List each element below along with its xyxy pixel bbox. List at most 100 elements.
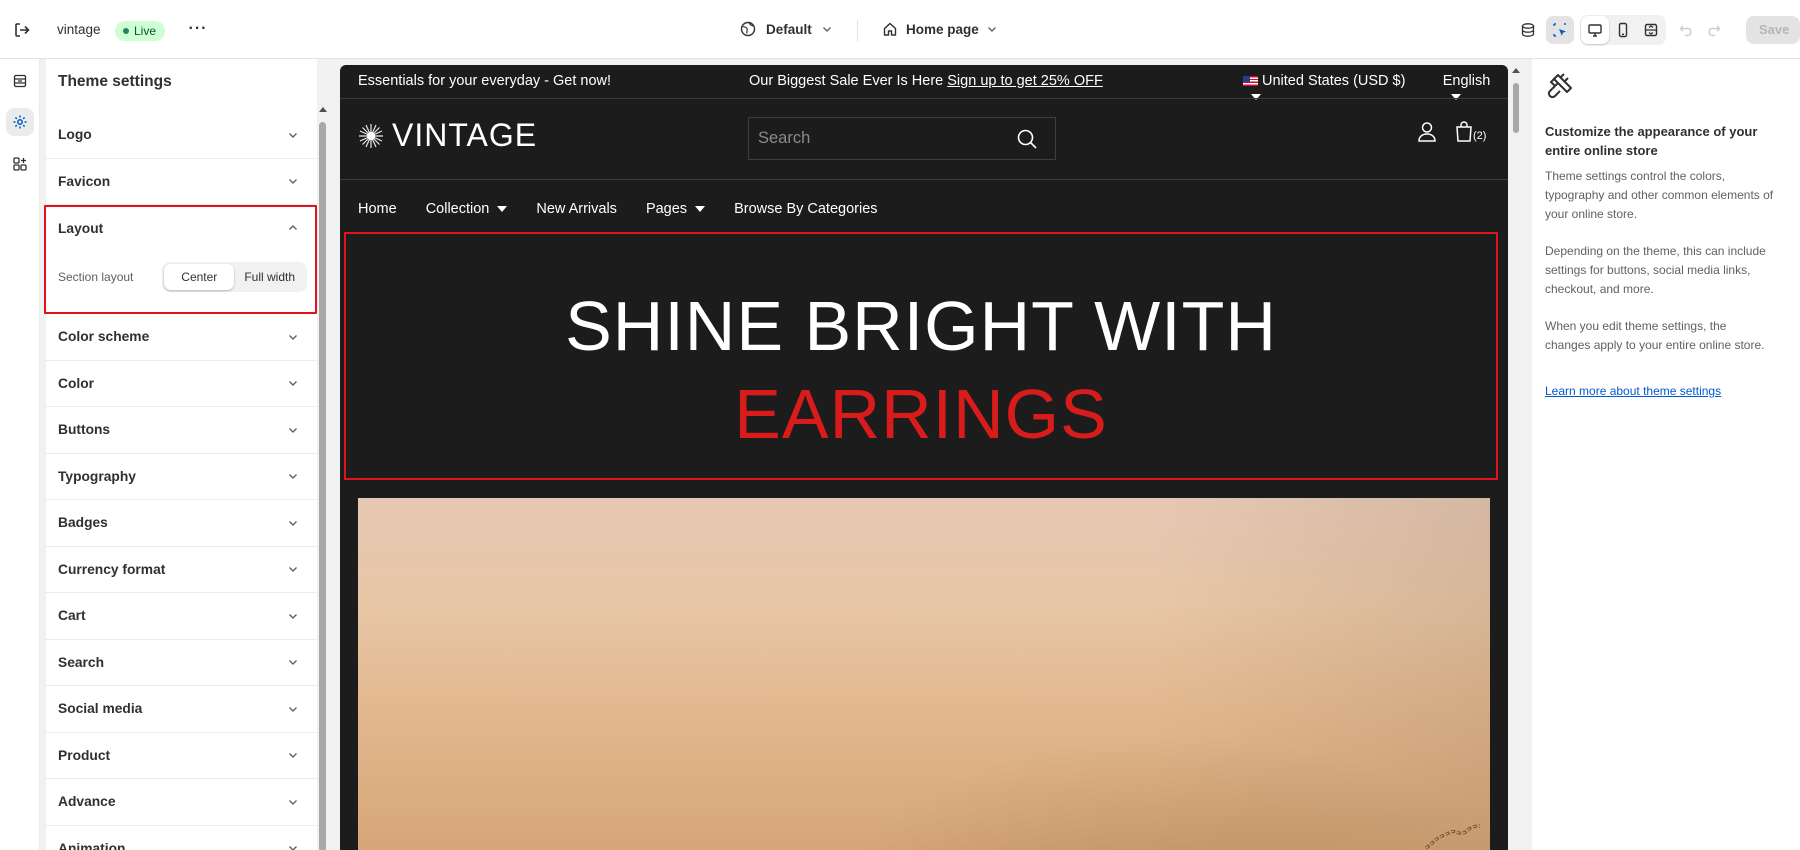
setting-buttons[interactable]: Buttons — [46, 407, 317, 454]
undo-icon[interactable] — [1672, 16, 1700, 44]
announcement-text: Essentials for your everyday - Get now! — [358, 73, 612, 89]
section-layout-row: Section layout Center Full width — [46, 262, 315, 292]
setting-cart[interactable]: Cart — [46, 593, 317, 640]
scrollbar-thumb[interactable] — [1513, 83, 1519, 133]
topbar-actions: Save — [1514, 15, 1800, 45]
chevron-down-icon — [289, 799, 297, 805]
theme-settings-info-panel: Customize the appearance of your entire … — [1532, 59, 1800, 850]
mobile-icon[interactable] — [1609, 16, 1637, 44]
announcement-link[interactable]: Sign up to get 25% OFF — [947, 73, 1103, 89]
nav-pages[interactable]: Pages — [645, 201, 706, 217]
nav-label: Collection — [425, 201, 490, 217]
settings-scrollbar[interactable] — [318, 105, 327, 850]
page-selector[interactable]: Home page — [882, 21, 997, 37]
sunburst-logo-icon — [359, 123, 383, 148]
learn-more-link[interactable]: Learn more about theme settings — [1545, 384, 1721, 398]
setting-label: Product — [58, 747, 111, 763]
theme-settings-icon[interactable] — [6, 108, 34, 136]
setting-typography[interactable]: Typography — [46, 454, 317, 500]
caret-down-icon — [695, 206, 706, 212]
nav-home[interactable]: Home — [358, 201, 397, 217]
caret-down-icon — [497, 206, 508, 212]
nav-browse-by-categories[interactable]: Browse By Categories — [734, 201, 877, 217]
chevron-down-icon — [289, 520, 297, 526]
chevron-down-icon — [289, 381, 297, 387]
currency-label: United States (USD $) — [1262, 73, 1406, 89]
setting-animation[interactable]: Animation — [46, 826, 317, 850]
chevron-down-icon — [289, 753, 297, 759]
scroll-up-arrow-icon[interactable] — [319, 107, 327, 112]
home-icon — [883, 22, 897, 36]
scroll-up-arrow-icon[interactable] — [1512, 68, 1520, 73]
chevron-down-icon — [289, 179, 297, 185]
preview-scrollbar[interactable] — [1510, 65, 1522, 850]
editor-topbar: vintage Live ··· Default Home page Save — [0, 0, 1800, 59]
announcement-promo-text: Our Biggest Sale Ever Is Here — [749, 73, 944, 89]
setting-color-scheme[interactable]: Color scheme — [46, 314, 317, 361]
more-actions-button[interactable]: ··· — [187, 20, 209, 42]
setting-logo[interactable]: Logo — [46, 112, 317, 159]
account-icon[interactable] — [1417, 121, 1437, 143]
setting-search[interactable]: Search — [46, 640, 317, 686]
announcement-bar: Essentials for your everyday - Get now! … — [340, 65, 1508, 101]
cart-button[interactable]: (2) — [1455, 120, 1486, 142]
info-paragraph: When you edit theme settings, the change… — [1545, 319, 1765, 352]
live-dot-icon — [123, 28, 129, 34]
setting-label: Social media — [58, 701, 143, 717]
nav-collection[interactable]: Collection — [426, 201, 508, 217]
fullscreen-icon[interactable] — [1637, 16, 1665, 44]
theme-selector[interactable]: Default — [740, 21, 832, 37]
info-paragraph: Depending on the theme, this can include… — [1545, 244, 1766, 296]
chevron-down-icon — [289, 846, 297, 850]
nav-label: Pages — [645, 201, 688, 217]
setting-label: Search — [58, 654, 105, 670]
desktop-icon[interactable] — [1581, 16, 1609, 44]
setting-advance[interactable]: Advance — [46, 779, 317, 826]
database-icon[interactable] — [1514, 16, 1542, 44]
hero-heading-section[interactable]: SHINE BRIGHT WITH EARRINGS — [344, 232, 1498, 480]
layout-full-width-option[interactable]: Full width — [234, 264, 305, 290]
status-badge: Live — [115, 21, 166, 41]
chevron-up-icon — [289, 225, 297, 230]
hero-image — [358, 498, 1490, 850]
announcement-promo: Our Biggest Sale Ever Is Here Sign up to… — [749, 73, 1103, 89]
section-layout-toggle: Center Full width — [162, 262, 307, 292]
divider — [857, 20, 858, 42]
save-button[interactable]: Save — [1746, 16, 1800, 44]
setting-badges[interactable]: Badges — [46, 500, 317, 547]
shopping-bag-icon — [1456, 121, 1472, 142]
cart-count: (2) — [1473, 130, 1487, 142]
store-name: vintage — [57, 22, 101, 37]
paint-brush-icon — [1547, 73, 1572, 99]
redo-icon[interactable] — [1700, 16, 1728, 44]
hero-title-line-2: EARRINGS — [734, 375, 1108, 453]
setting-product[interactable]: Product — [46, 733, 317, 779]
nav-new-arrivals[interactable]: New Arrivals — [536, 201, 617, 217]
sections-icon[interactable] — [6, 67, 34, 95]
search-placeholder: Search — [758, 129, 811, 147]
page-selector-label: Home page — [906, 21, 979, 37]
chevron-down-icon — [289, 613, 297, 619]
setting-layout-header[interactable]: Layout — [46, 207, 315, 249]
main-navigation: Home Collection New Arrivals Pages Brows… — [358, 201, 878, 217]
store-search-input[interactable]: Search — [748, 117, 1056, 160]
scrollbar-thumb[interactable] — [319, 122, 326, 850]
chevron-down-icon — [987, 27, 996, 32]
exit-icon[interactable] — [11, 19, 33, 41]
apps-icon[interactable] — [6, 150, 34, 178]
theme-selector-label: Default — [766, 21, 812, 37]
setting-label: Color scheme — [58, 329, 150, 345]
search-icon[interactable] — [1016, 128, 1038, 150]
chevron-down-icon — [822, 27, 831, 32]
setting-layout-expanded: Layout Section layout Center Full width — [44, 205, 317, 314]
store-logo[interactable]: VINTAGE — [358, 117, 537, 154]
setting-favicon[interactable]: Favicon — [46, 159, 317, 205]
setting-currency-format[interactable]: Currency format — [46, 547, 317, 593]
info-paragraph: Theme settings control the colors, typog… — [1545, 169, 1774, 221]
chevron-down-icon — [289, 706, 297, 712]
globe-icon — [740, 21, 756, 37]
inspector-icon[interactable] — [1546, 16, 1574, 44]
setting-color[interactable]: Color — [46, 361, 317, 407]
setting-social-media[interactable]: Social media — [46, 686, 317, 733]
layout-center-option[interactable]: Center — [164, 264, 235, 290]
